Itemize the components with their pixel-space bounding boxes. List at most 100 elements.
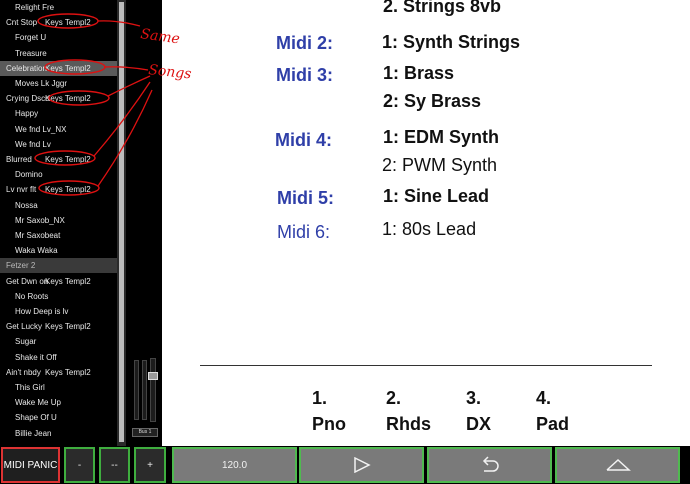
song-list-item[interactable]: Waka Waka: [0, 243, 117, 258]
footer-part-3: 3. DX: [466, 386, 491, 436]
song-list-item[interactable]: Sugar: [0, 334, 117, 349]
set-list-item[interactable]: Crying Dsco Keys Templ2: [0, 91, 117, 106]
footer-part-4-num: 4.: [536, 388, 552, 408]
level-meter-left: [134, 360, 139, 420]
loop-button[interactable]: [427, 447, 552, 483]
volume-fader-track[interactable]: [150, 358, 156, 422]
song-label: We fnd Lv_NX: [15, 124, 67, 134]
play-button[interactable]: [299, 447, 424, 483]
song-list-scroll-thumb[interactable]: [119, 2, 124, 442]
song-label: Cnt Stop: [6, 18, 38, 28]
template-label: Keys Templ2: [45, 185, 91, 195]
song-list-item[interactable]: Shake it Off: [0, 350, 117, 365]
footer-part-3-num: 3.: [466, 388, 482, 408]
song-label: Lv nvr flt: [6, 185, 37, 195]
song-list-item[interactable]: Mr Saxob_NX: [0, 213, 117, 228]
song-label: How Deep is lv: [15, 307, 69, 316]
song-label: Shake it Off: [15, 352, 57, 362]
footer-part-1-name: Pno: [312, 414, 346, 434]
song-list-item[interactable]: Forget U: [0, 30, 117, 45]
template-label: Keys Templ2: [45, 276, 91, 286]
mixer-strip: Bus 1: [128, 0, 161, 446]
song-label: Moves Lk Jggr: [15, 79, 68, 88]
template-label: Keys Templ2: [45, 63, 91, 73]
footer-part-2: 2. Rhds: [386, 386, 431, 436]
midi-3-patch-1: 1: Brass: [383, 63, 455, 83]
song-label: Relight Fre: [15, 3, 55, 12]
set-list-item[interactable]: Ain't nbdy Keys Templ2: [0, 365, 117, 380]
song-list-item[interactable]: This Girl: [0, 380, 117, 395]
set-list-item[interactable]: Lv nvr flt Keys Templ2: [0, 182, 117, 197]
template-label: Keys Templ2: [45, 322, 91, 332]
song-label: Fetzer 2: [6, 261, 36, 271]
song-label: Get Lucky: [6, 322, 43, 332]
song-label: Crying Dsco: [6, 94, 50, 104]
song-label: Sugar: [15, 337, 37, 347]
song-list-item[interactable]: No Roots: [0, 289, 117, 304]
bus-label[interactable]: Bus 1: [132, 428, 158, 437]
volume-fader-knob[interactable]: [148, 372, 158, 380]
song-label: No Roots: [15, 291, 49, 301]
song-label: Billie Jean: [15, 428, 52, 438]
set-list-item[interactable]: Get Dwn on Keys Templ2: [0, 274, 117, 289]
divider-line: [200, 365, 652, 366]
set-header[interactable]: Fetzer 2: [0, 258, 117, 274]
set-list-item[interactable]: Blurred Keys Templ2: [0, 152, 117, 167]
song-list-item[interactable]: Shape Of U: [0, 410, 117, 425]
level-meter-right: [142, 360, 147, 420]
song-label: Happy: [15, 109, 39, 119]
set-list-item[interactable]: Celebration Keys Templ2: [0, 60, 117, 76]
footer-part-3-name: DX: [466, 414, 492, 434]
midi-6-patch-1: 1: 80s Lead: [382, 219, 477, 239]
midi-3-label: Midi 3:: [276, 65, 333, 85]
song-label: Ain't nbdy: [6, 367, 41, 377]
app-window: Relight Fre Cnt Stop Keys Templ2 Forget U Tr…: [0, 0, 690, 484]
midi-5-label: Midi 5:: [277, 188, 334, 208]
midi-panic-button[interactable]: MIDI PANIC: [1, 447, 60, 483]
song-label: Wake Me Up: [15, 398, 61, 408]
song-list-item[interactable]: We fnd Lv_NX: [0, 122, 117, 137]
song-label: Shape Of U: [15, 413, 57, 423]
song-list-item[interactable]: We fnd Lv: [0, 137, 117, 152]
song-list-item[interactable]: How Deep is lv: [0, 304, 117, 319]
chevron-up-icon: [605, 458, 631, 471]
midi-4-label: Midi 4:: [275, 130, 332, 150]
scroll-up-button[interactable]: [555, 447, 680, 483]
song-list-item[interactable]: Wake Me Up: [0, 395, 117, 410]
footer-part-1-num: 1.: [312, 388, 328, 408]
footer-part-2-num: 2.: [386, 388, 402, 408]
song-list-item[interactable]: Treasure: [0, 46, 117, 61]
template-label: Keys Templ2: [45, 367, 91, 377]
song-label: Blurred: [6, 155, 32, 164]
footer-part-2-name: Rhds: [386, 414, 431, 434]
song-label: Celebration: [6, 63, 47, 73]
song-list-item[interactable]: Relight Fre: [0, 0, 117, 15]
song-list-item[interactable]: Moves Lk Jggr: [0, 76, 117, 91]
song-label: Forget U: [15, 33, 47, 43]
song-list-item[interactable]: Domino: [0, 167, 117, 182]
song-label: Domino: [15, 170, 43, 180]
footer-part-1: 1. Pno: [312, 386, 346, 436]
midi-2-label: Midi 2:: [276, 33, 333, 53]
chart-document: 2. Strings 8vb Midi 2: 1: Synth Strings …: [162, 0, 690, 446]
set-list-item[interactable]: Get Lucky Keys Templ2: [0, 319, 117, 334]
template-label: Keys Templ2: [45, 18, 91, 28]
midi-6-label: Midi 6:: [277, 222, 331, 242]
song-label: Mr Saxob_NX: [15, 215, 65, 225]
song-list: Relight Fre Cnt Stop Keys Templ2 Forget U Tr…: [0, 0, 117, 446]
set-list-item[interactable]: Cnt Stop Keys Templ2: [0, 15, 117, 30]
template-label: Keys Templ2: [45, 155, 91, 164]
song-label: We fnd Lv: [15, 139, 51, 149]
song-list-item[interactable]: Nossa: [0, 198, 117, 213]
plus-button[interactable]: +: [134, 447, 166, 483]
footer-part-4: 4. Pad: [536, 386, 569, 436]
minus-minus-button[interactable]: --: [99, 447, 130, 483]
song-list-item[interactable]: Happy: [0, 106, 117, 121]
song-list-item[interactable]: Mr Saxobeat: [0, 228, 117, 243]
song-label: Waka Waka: [15, 246, 58, 256]
midi-5-patch-1: 1: Sine Lead: [383, 186, 490, 206]
tempo-button[interactable]: 120.0: [172, 447, 297, 483]
song-label: Get Dwn on: [6, 276, 49, 286]
minus-button[interactable]: -: [64, 447, 95, 483]
song-list-item[interactable]: Billie Jean: [0, 426, 117, 441]
